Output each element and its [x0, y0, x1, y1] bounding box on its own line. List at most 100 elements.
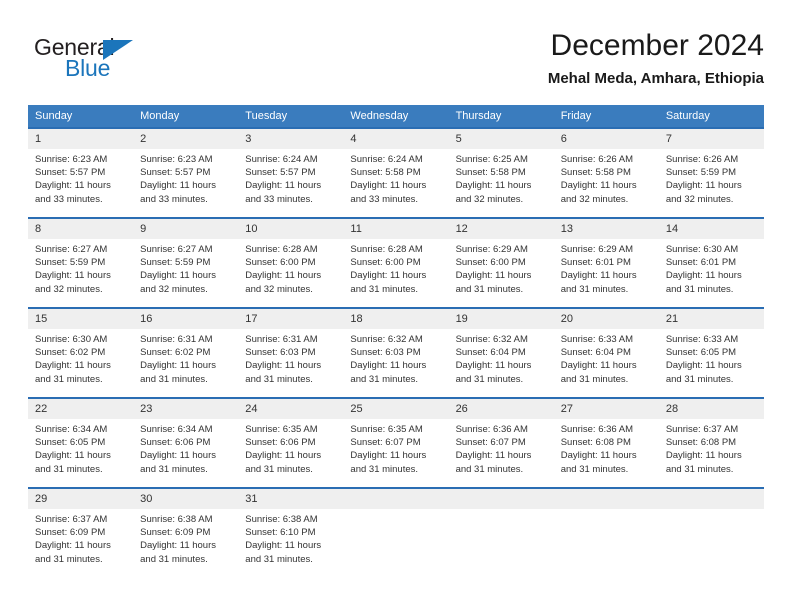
day-number: 29 [28, 489, 134, 509]
day-details: Sunrise: 6:30 AM Sunset: 6:02 PM Daylight:… [28, 329, 133, 386]
daylight-text-line2: and 31 minutes. [665, 463, 734, 475]
daylight-text-line1: Daylight: 11 hours [560, 360, 637, 372]
calendar-day-cell[interactable]: 3 Sunrise: 6:24 AM Sunset: 5:57 PM Daylight… [238, 127, 344, 218]
daylight-text-line2: and 31 minutes. [455, 373, 524, 385]
day-details: Sunrise: 6:30 AM Sunset: 6:01 PM Daylight:… [659, 239, 764, 296]
daylight-text-line1: Daylight: 11 hours [665, 450, 742, 462]
calendar-day-cell[interactable]: 16 Sunrise: 6:31 AM Sunset: 6:02 PM Dayligh… [133, 307, 239, 398]
daylight-text-line1: Daylight: 11 hours [665, 270, 742, 282]
calendar-day-cell[interactable]: 22 Sunrise: 6:34 AM Sunset: 6:05 PM Dayligh… [28, 397, 134, 488]
sunrise-text: Sunrise: 6:34 AM [140, 424, 213, 435]
calendar-empty-cell [553, 487, 659, 577]
weekday-header-tuesday: Tuesday [238, 105, 344, 128]
sunrise-text: Sunrise: 6:28 AM [245, 244, 318, 255]
daylight-text-line1: Daylight: 11 hours [140, 270, 217, 282]
daylight-text-line1: Daylight: 11 hours [455, 360, 532, 372]
day-number: 12 [448, 219, 554, 239]
calendar-day-cell[interactable]: 7 Sunrise: 6:26 AM Sunset: 5:59 PM Daylight… [658, 127, 764, 218]
day-number: 11 [343, 219, 449, 239]
daylight-text-line2: and 31 minutes. [350, 373, 419, 385]
calendar-day-cell[interactable]: 24 Sunrise: 6:35 AM Sunset: 6:06 PM Dayligh… [238, 397, 344, 488]
day-number: 19 [448, 309, 554, 329]
daylight-text-line2: and 31 minutes. [245, 373, 313, 385]
daylight-text-line2: and 31 minutes. [140, 553, 208, 565]
calendar-day-cell[interactable]: 2 Sunrise: 6:23 AM Sunset: 5:57 PM Daylight… [133, 127, 239, 218]
weekday-header-sunday: Sunday [28, 105, 134, 128]
calendar-day-cell[interactable]: 18 Sunrise: 6:32 AM Sunset: 6:03 PM Dayligh… [343, 307, 449, 398]
sunrise-text: Sunrise: 6:35 AM [245, 424, 318, 435]
daylight-text-line1: Daylight: 11 hours [35, 540, 111, 552]
day-number: 14 [658, 219, 764, 239]
calendar-day-cell[interactable]: 17 Sunrise: 6:31 AM Sunset: 6:03 PM Dayligh… [238, 307, 344, 398]
sunrise-text: Sunrise: 6:37 AM [665, 424, 739, 435]
calendar-day-cell[interactable]: 29 Sunrise: 6:37 AM Sunset: 6:09 PM Dayligh… [28, 487, 134, 577]
day-number: 30 [133, 489, 239, 509]
sunrise-text: Sunrise: 6:32 AM [455, 334, 528, 345]
daylight-text-line1: Daylight: 11 hours [245, 360, 322, 372]
calendar-day-cell[interactable]: 27 Sunrise: 6:36 AM Sunset: 6:08 PM Dayligh… [553, 397, 659, 488]
calendar-day-cell[interactable]: 4 Sunrise: 6:24 AM Sunset: 5:58 PM Daylight… [343, 127, 449, 218]
sunset-text: Sunset: 6:04 PM [455, 347, 526, 359]
sunset-text: Sunset: 6:03 PM [350, 347, 421, 359]
calendar-body: 1 Sunrise: 6:23 AM Sunset: 5:57 PM Daylight… [28, 127, 764, 577]
calendar-day-cell[interactable]: 1 Sunrise: 6:23 AM Sunset: 5:57 PM Daylight… [28, 127, 134, 218]
calendar-day-cell[interactable]: 13 Sunrise: 6:29 AM Sunset: 6:01 PM Dayligh… [553, 217, 659, 308]
day-details: Sunrise: 6:26 AM Sunset: 5:59 PM Daylight:… [659, 149, 764, 206]
calendar-day-cell[interactable]: 20 Sunrise: 6:33 AM Sunset: 6:04 PM Dayligh… [553, 307, 659, 398]
sunrise-text: Sunrise: 6:36 AM [560, 424, 634, 435]
sunset-text: Sunset: 6:02 PM [140, 347, 211, 359]
day-details: Sunrise: 6:33 AM Sunset: 6:05 PM Daylight:… [659, 329, 764, 386]
calendar-day-cell[interactable]: 6 Sunrise: 6:26 AM Sunset: 5:58 PM Daylight… [553, 127, 659, 218]
daylight-text-line1: Daylight: 11 hours [455, 450, 532, 462]
sunrise-text: Sunrise: 6:33 AM [560, 334, 634, 345]
day-number: 20 [553, 309, 659, 329]
day-number: 24 [238, 399, 344, 419]
page-subtitle: Mehal Meda, Amhara, Ethiopia [547, 70, 764, 87]
day-details: Sunrise: 6:31 AM Sunset: 6:02 PM Daylight:… [133, 329, 238, 386]
weekday-header-thursday: Thursday [448, 105, 554, 128]
day-number: 28 [658, 399, 764, 419]
day-details: Sunrise: 6:27 AM Sunset: 5:59 PM Daylight:… [28, 239, 133, 296]
calendar-day-cell[interactable]: 5 Sunrise: 6:25 AM Sunset: 5:58 PM Daylight… [448, 127, 554, 218]
sunset-text: Sunset: 6:07 PM [350, 437, 421, 449]
sunset-text: Sunset: 6:05 PM [665, 347, 737, 359]
daylight-text-line1: Daylight: 11 hours [245, 180, 322, 192]
calendar-day-cell[interactable]: 19 Sunrise: 6:32 AM Sunset: 6:04 PM Dayligh… [448, 307, 554, 398]
calendar-day-cell[interactable]: 15 Sunrise: 6:30 AM Sunset: 6:02 PM Dayligh… [28, 307, 134, 398]
calendar-day-cell[interactable]: 25 Sunrise: 6:35 AM Sunset: 6:07 PM Dayligh… [343, 397, 449, 488]
sunset-text: Sunset: 6:02 PM [35, 347, 106, 359]
daylight-text-line2: and 32 minutes. [665, 193, 734, 205]
day-details: Sunrise: 6:24 AM Sunset: 5:57 PM Daylight:… [238, 149, 343, 206]
calendar-day-cell[interactable]: 30 Sunrise: 6:38 AM Sunset: 6:09 PM Dayligh… [133, 487, 239, 577]
calendar-day-cell[interactable]: 26 Sunrise: 6:36 AM Sunset: 6:07 PM Dayligh… [448, 397, 554, 488]
sunset-text: Sunset: 5:59 PM [140, 257, 211, 269]
calendar-day-cell[interactable]: 31 Sunrise: 6:38 AM Sunset: 6:10 PM Dayligh… [238, 487, 344, 577]
daylight-text-line2: and 31 minutes. [560, 373, 629, 385]
daylight-text-line2: and 32 minutes. [35, 283, 103, 295]
daylight-text-line1: Daylight: 11 hours [560, 180, 637, 192]
sunset-text: Sunset: 6:09 PM [140, 527, 211, 539]
calendar-day-cell[interactable]: 10 Sunrise: 6:28 AM Sunset: 6:00 PM Dayligh… [238, 217, 344, 308]
daylight-text-line1: Daylight: 11 hours [140, 180, 217, 192]
calendar-day-cell[interactable]: 14 Sunrise: 6:30 AM Sunset: 6:01 PM Dayligh… [658, 217, 764, 308]
sunset-text: Sunset: 5:57 PM [245, 167, 316, 179]
sunset-text: Sunset: 6:00 PM [245, 257, 316, 269]
calendar-day-cell[interactable]: 21 Sunrise: 6:33 AM Sunset: 6:05 PM Dayligh… [658, 307, 764, 398]
sunset-text: Sunset: 6:06 PM [245, 437, 316, 449]
calendar-day-cell[interactable]: 11 Sunrise: 6:28 AM Sunset: 6:00 PM Dayligh… [343, 217, 449, 308]
sunset-text: Sunset: 6:09 PM [35, 527, 106, 539]
daylight-text-line1: Daylight: 11 hours [665, 360, 742, 372]
day-number: 21 [658, 309, 764, 329]
sunrise-text: Sunrise: 6:24 AM [350, 154, 423, 165]
general-blue-logo[interactable]: General Blue [34, 34, 174, 92]
day-number: 7 [658, 129, 764, 149]
calendar-day-cell[interactable]: 9 Sunrise: 6:27 AM Sunset: 5:59 PM Daylight… [133, 217, 239, 308]
daylight-text-line1: Daylight: 11 hours [455, 270, 532, 282]
calendar-day-cell[interactable]: 28 Sunrise: 6:37 AM Sunset: 6:08 PM Dayligh… [658, 397, 764, 488]
calendar-day-cell[interactable]: 23 Sunrise: 6:34 AM Sunset: 6:06 PM Dayligh… [133, 397, 239, 488]
daylight-text-line2: and 31 minutes. [35, 463, 103, 475]
calendar-day-cell[interactable]: 12 Sunrise: 6:29 AM Sunset: 6:00 PM Dayligh… [448, 217, 554, 308]
day-number: 9 [133, 219, 239, 239]
day-details: Sunrise: 6:29 AM Sunset: 6:01 PM Daylight:… [554, 239, 659, 296]
calendar-day-cell[interactable]: 8 Sunrise: 6:27 AM Sunset: 5:59 PM Daylight… [28, 217, 134, 308]
